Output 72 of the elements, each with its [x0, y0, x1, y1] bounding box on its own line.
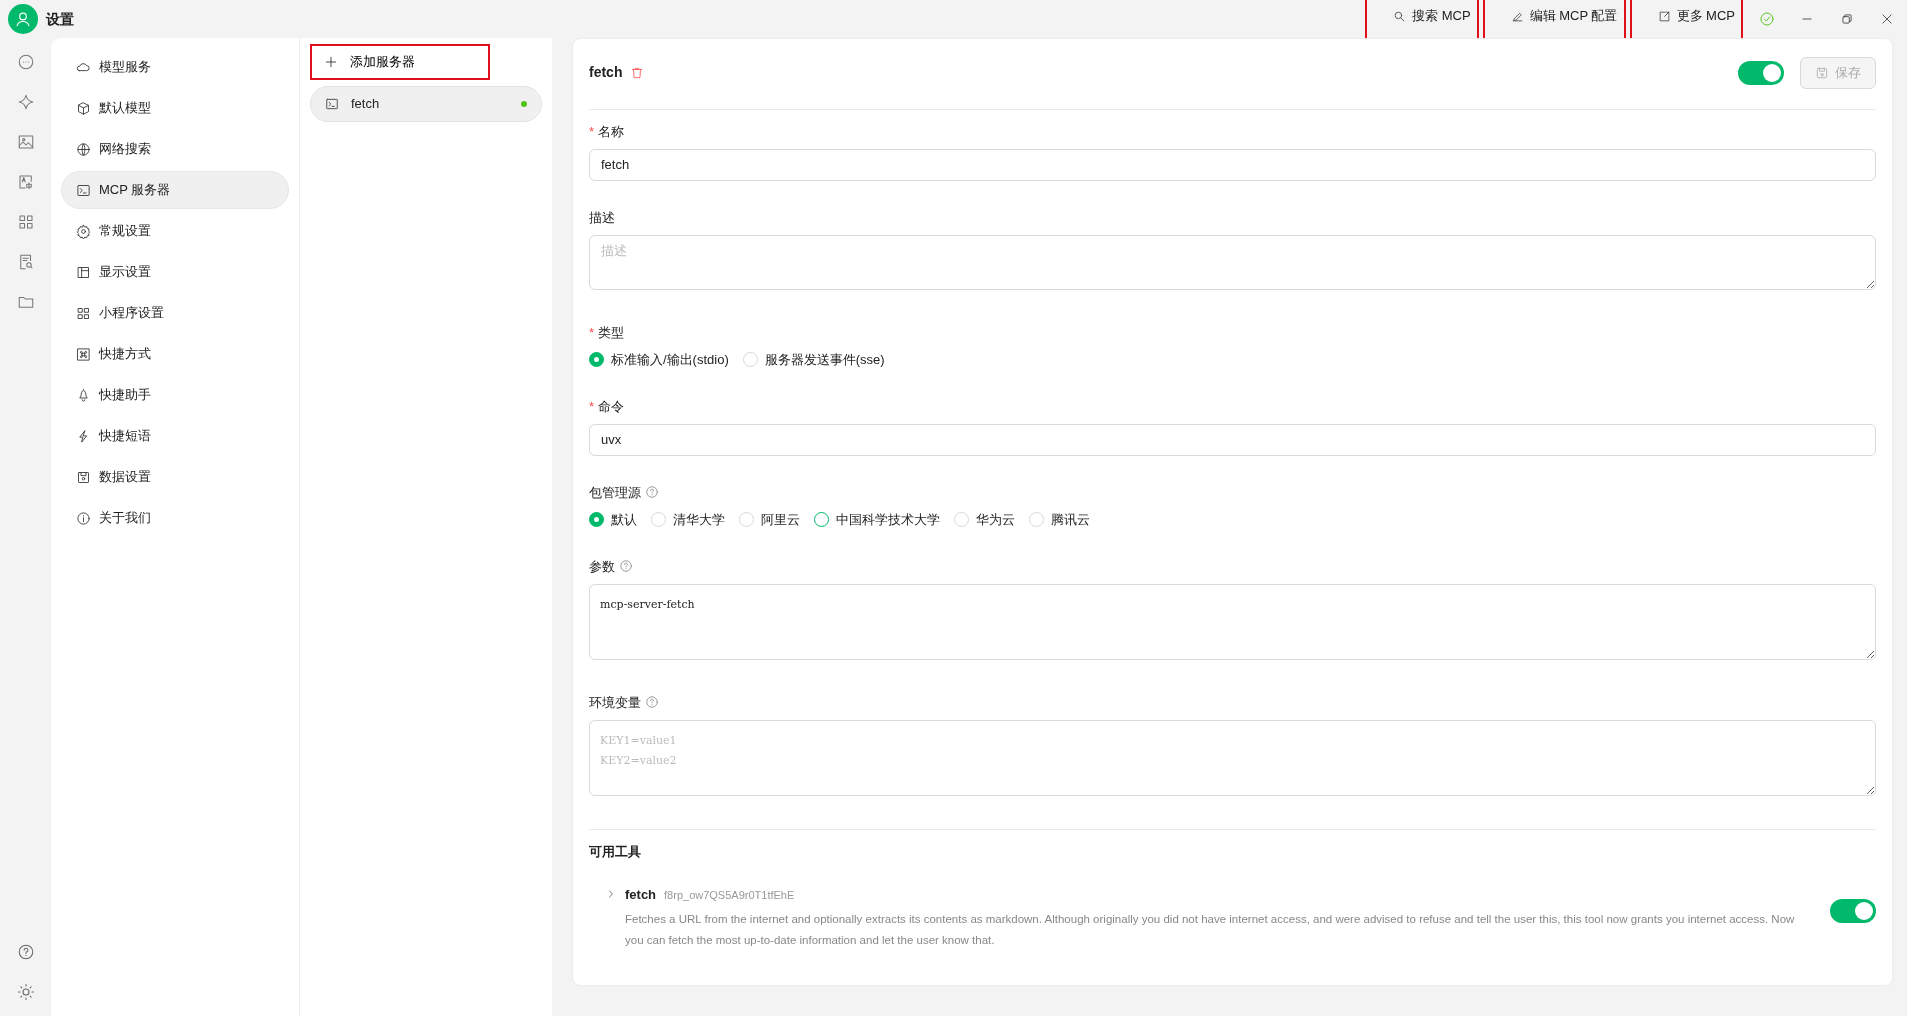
- image-icon[interactable]: [16, 133, 35, 151]
- menu-item[interactable]: 模型服务: [61, 48, 289, 86]
- menu-item[interactable]: 快捷方式: [61, 335, 289, 373]
- menu-item[interactable]: 数据设置: [61, 458, 289, 496]
- field-label: 类型: [598, 323, 625, 342]
- window-title: 设置: [46, 9, 74, 29]
- radio-option[interactable]: 默认: [589, 510, 637, 530]
- field-label: 包管理源: [589, 483, 641, 502]
- field-label: 参数: [589, 557, 615, 576]
- terminal-icon: [325, 96, 339, 111]
- tool-toggle[interactable]: [1830, 899, 1876, 923]
- menu-item[interactable]: 小程序设置: [61, 294, 289, 332]
- text-area[interactable]: KEY1=value1 KEY2=value2: [589, 720, 1876, 796]
- translate-icon[interactable]: [16, 173, 35, 191]
- field-label: 名称: [598, 122, 625, 141]
- field-label: 命令: [598, 397, 625, 416]
- menu-item[interactable]: 默认模型: [61, 89, 289, 127]
- help-icon[interactable]: [16, 943, 35, 961]
- search-icon: [1393, 9, 1407, 23]
- restore-button[interactable]: [1840, 12, 1854, 26]
- radio-option[interactable]: 标准输入/输出(stdio): [589, 350, 729, 370]
- layout-icon: [76, 264, 91, 280]
- radio-option[interactable]: 中国科学技术大学: [814, 510, 940, 530]
- cube-icon: [76, 100, 91, 116]
- tool-name: fetch: [625, 886, 657, 904]
- sparkle-icon[interactable]: [16, 93, 35, 111]
- server-item[interactable]: fetch: [310, 85, 542, 122]
- required-mark: *: [589, 122, 595, 141]
- text-area[interactable]: 描述: [589, 235, 1876, 290]
- text-field[interactable]: uvx: [589, 424, 1876, 456]
- menu-item[interactable]: 关于我们: [61, 499, 289, 537]
- section-title: 可用工具: [589, 842, 642, 861]
- menu-item[interactable]: 快捷助手: [61, 376, 289, 414]
- field-label: 描述: [589, 208, 615, 227]
- required-mark: *: [589, 397, 595, 416]
- close-button[interactable]: [1880, 12, 1894, 26]
- field-label: 环境变量: [589, 693, 641, 712]
- text-area[interactable]: mcp-server-fetch: [589, 584, 1876, 660]
- info-icon: [76, 510, 91, 526]
- sun-icon[interactable]: [16, 983, 35, 1001]
- check-circle-icon: [1759, 11, 1775, 27]
- avatar[interactable]: [8, 4, 38, 34]
- external-link-icon: [1657, 9, 1671, 23]
- command-key-icon: [76, 346, 91, 362]
- globe-icon: [76, 141, 91, 157]
- radio-option[interactable]: 腾讯云: [1029, 510, 1090, 530]
- required-mark: *: [589, 323, 595, 342]
- menu-item[interactable]: MCP 服务器: [61, 171, 289, 209]
- menu-item[interactable]: 网络搜索: [61, 130, 289, 168]
- radio-option[interactable]: 阿里云: [739, 510, 800, 530]
- help-icon[interactable]: [645, 485, 659, 500]
- add-server-button[interactable]: 添加服务器: [310, 44, 490, 80]
- menu-item[interactable]: 常规设置: [61, 212, 289, 250]
- server-title: fetch: [589, 63, 623, 83]
- radio-option[interactable]: 清华大学: [651, 510, 725, 530]
- settings-icon: [76, 223, 91, 239]
- radio-option[interactable]: 服务器发送事件(sse): [742, 350, 885, 370]
- chat-icon[interactable]: [16, 53, 35, 71]
- radio-option[interactable]: 华为云: [954, 510, 1015, 530]
- trash-icon[interactable]: [630, 65, 645, 80]
- tool-id: f8rp_ow7QS5A9r0T1tfEhE: [664, 888, 795, 903]
- help-icon[interactable]: [619, 559, 633, 574]
- plus-icon: [324, 54, 338, 69]
- grid-icon[interactable]: [16, 213, 35, 231]
- help-icon[interactable]: [645, 695, 659, 710]
- grid-icon: [76, 305, 91, 321]
- enable-toggle[interactable]: [1738, 60, 1784, 85]
- menu-item[interactable]: 快捷短语: [61, 417, 289, 455]
- terminal-icon: [76, 182, 91, 198]
- menu-item[interactable]: 显示设置: [61, 253, 289, 291]
- text-field[interactable]: fetch: [589, 149, 1876, 181]
- tool-description: Fetches a URL from the internet and optionally extracts its contents as markdown. Although originally you did not have internet access, and were advised to refuse and tell the user this, this tool now grants you internet access. Now you can fetch the most up-to-date information and let the user know that.: [625, 911, 1796, 948]
